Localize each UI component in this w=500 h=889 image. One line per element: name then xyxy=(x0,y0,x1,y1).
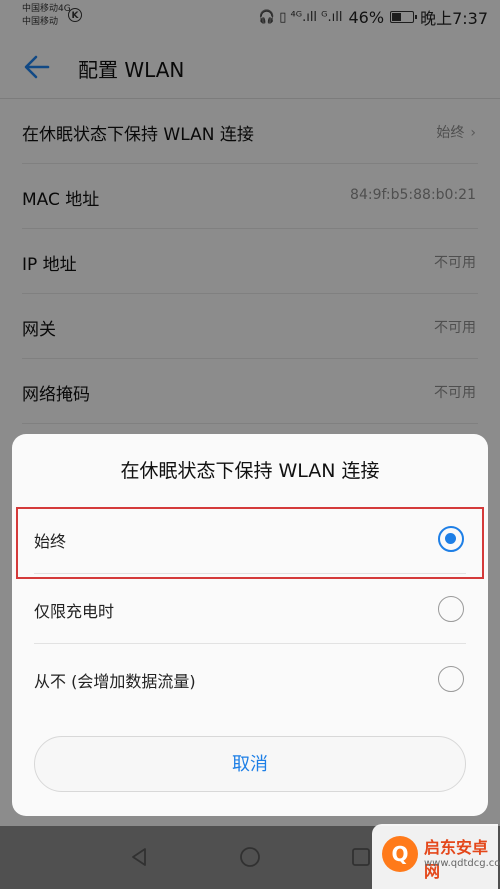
watermark: Q 启东安卓网 www.qdtdcg.com xyxy=(372,824,500,889)
dialog-title: 在休眠状态下保持 WLAN 连接 xyxy=(120,460,380,482)
cancel-button[interactable]: 取消 xyxy=(34,736,466,792)
watermark-subtitle: www.qdtdcg.com xyxy=(424,858,500,869)
option-label: 从不 (会增加数据流量) xyxy=(34,672,196,691)
radio-button[interactable] xyxy=(438,596,464,622)
radio-button[interactable] xyxy=(438,666,464,692)
option-charging-only[interactable]: 仅限充电时 xyxy=(12,574,488,644)
option-always[interactable]: 始终 xyxy=(12,504,488,574)
option-never[interactable]: 从不 (会增加数据流量) xyxy=(12,644,488,714)
option-label: 仅限充电时 xyxy=(34,602,115,621)
radio-button[interactable] xyxy=(438,526,464,552)
option-label: 始终 xyxy=(34,532,67,551)
watermark-logo-icon: Q xyxy=(382,836,418,872)
sleep-policy-dialog: 在休眠状态下保持 WLAN 连接 始终 仅限充电时 从不 (会增加数据流量) 取… xyxy=(12,434,488,816)
